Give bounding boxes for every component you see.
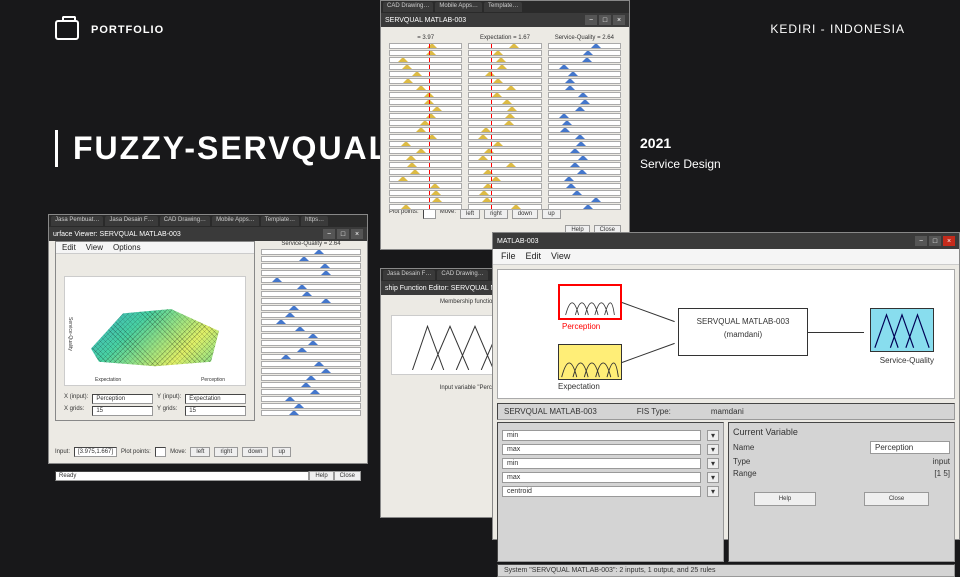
rule-viewer-window: CAD Drawing… Mobile Apps… Template… SERV…	[380, 0, 630, 250]
rule-col-head: Expectation = 1.67	[468, 35, 541, 41]
surface-plot[interactable]: Expectation Perception Service-Quality	[64, 276, 246, 386]
menu-view[interactable]: View	[551, 251, 570, 262]
var-name-field[interactable]: Perception	[870, 441, 950, 454]
input-label: Expectation	[558, 382, 600, 391]
menu-edit[interactable]: Edit	[526, 251, 542, 262]
close-button[interactable]: ×	[613, 15, 625, 25]
window-title: SERVQUAL MATLAB-003	[385, 17, 466, 24]
briefcase-icon	[55, 20, 79, 40]
maximize-button[interactable]: □	[599, 15, 611, 25]
panel-head: Current Variable	[733, 427, 950, 437]
close-button[interactable]: Close	[864, 492, 929, 506]
fis-canvas: Perception Expectation SERVQUAL MATLAB-0…	[497, 269, 955, 399]
nav-up-button[interactable]: up	[542, 209, 561, 219]
maximize-button[interactable]: □	[929, 236, 941, 246]
nav-left-button[interactable]: left	[460, 209, 480, 219]
fis-system-block[interactable]: SERVQUAL MATLAB-003 (mamdani)	[678, 308, 808, 356]
help-button[interactable]: Help	[309, 471, 333, 481]
close-button[interactable]: ×	[943, 236, 955, 246]
rule-stack	[468, 43, 541, 210]
tab[interactable]: Mobile Apps…	[212, 216, 259, 226]
nav-up-button[interactable]: up	[272, 447, 291, 457]
sys-name: SERVQUAL MATLAB-003	[504, 407, 597, 416]
menu-edit[interactable]: Edit	[62, 243, 76, 252]
fis-methods-panel: min ▾ max ▾ min ▾ max ▾ centroid ▾	[497, 422, 724, 562]
dropdown-icon[interactable]: ▾	[707, 430, 719, 441]
y-grids-input[interactable]: 15	[185, 406, 246, 416]
current-variable-panel: Current Variable NamePerception Typeinpu…	[728, 422, 955, 562]
x-grids-input[interactable]: 15	[92, 406, 153, 416]
move-label: Move:	[440, 209, 456, 219]
plot-points-label: Plot points:	[389, 209, 419, 219]
fis-output-block[interactable]	[870, 308, 934, 352]
minimize-button[interactable]: −	[585, 15, 597, 25]
rule-stack	[389, 43, 462, 210]
help-button[interactable]: Help	[754, 492, 816, 506]
rule-col-head: Service-Quality = 2.64	[548, 35, 621, 41]
category-label: Service Design	[640, 157, 721, 171]
fis-input-expectation[interactable]	[558, 344, 622, 380]
status-ready: Ready	[55, 471, 309, 481]
defuzz-method-select[interactable]: centroid	[502, 486, 701, 497]
fis-type-value: mamdani	[711, 407, 744, 416]
tab[interactable]: CAD Drawing…	[160, 216, 210, 226]
tab[interactable]: CAD Drawing…	[437, 270, 487, 280]
nav-left-button[interactable]: left	[190, 447, 210, 457]
menu-file[interactable]: File	[501, 251, 516, 262]
status-bar: System "SERVQUAL MATLAB-003": 2 inputs, …	[497, 564, 955, 577]
surface-viewer-window: Jasa Pembuat… Jasa Desain F… CAD Drawing…	[48, 214, 368, 464]
dropdown-icon[interactable]: ▾	[707, 472, 719, 483]
location-label: KEDIRI - INDONESIA	[770, 22, 905, 36]
dropdown-icon[interactable]: ▾	[707, 444, 719, 455]
window-title: urface Viewer: SERVQUAL MATLAB-003	[53, 231, 181, 238]
y-input-select[interactable]: Expectation	[185, 394, 246, 404]
close-button[interactable]: Close	[334, 471, 361, 481]
year-label: 2021	[640, 135, 721, 151]
minimize-button[interactable]: −	[323, 229, 335, 239]
rule-stack	[548, 43, 621, 210]
nav-right-button[interactable]: right	[214, 447, 238, 457]
tab[interactable]: https…	[301, 216, 328, 226]
page-title: FUZZY-SERVQUAL	[73, 130, 390, 167]
plot-points-input[interactable]	[155, 447, 166, 457]
nav-down-button[interactable]: down	[512, 209, 538, 219]
close-button[interactable]: ×	[351, 229, 363, 239]
fis-input-perception[interactable]	[558, 284, 622, 320]
or-method-select[interactable]: max	[502, 444, 701, 455]
tab[interactable]: Jasa Desain F…	[105, 216, 157, 226]
plot-points-input[interactable]	[423, 209, 436, 219]
tab[interactable]: Jasa Pembuat…	[51, 216, 103, 226]
var-type-value: input	[933, 457, 950, 466]
var-range-value: [1 5]	[934, 469, 950, 478]
output-label: Service-Quality	[880, 356, 934, 365]
input-field[interactable]: [3.975,1.667]	[74, 447, 117, 457]
rule-col-head: = 3.97	[389, 35, 462, 41]
and-method-select[interactable]: min	[502, 430, 701, 441]
rule-stack-right	[261, 249, 361, 416]
maximize-button[interactable]: □	[337, 229, 349, 239]
x-input-select[interactable]: Perception	[92, 394, 153, 404]
menu-view[interactable]: View	[86, 243, 103, 252]
tab[interactable]: Mobile Apps…	[435, 2, 482, 12]
sq-head: Service-Quality = 2.64	[261, 241, 361, 247]
nav-right-button[interactable]: right	[484, 209, 508, 219]
dropdown-icon[interactable]: ▾	[707, 486, 719, 497]
minimize-button[interactable]: −	[915, 236, 927, 246]
fis-editor-window: MATLAB-003 − □ × File Edit View Percepti…	[492, 232, 960, 540]
impl-method-select[interactable]: min	[502, 458, 701, 469]
browser-tabs: CAD Drawing… Mobile Apps… Template…	[381, 1, 629, 13]
window-title: MATLAB-003	[497, 238, 539, 245]
input-label: Perception	[562, 322, 600, 331]
tab[interactable]: CAD Drawing…	[383, 2, 433, 12]
dropdown-icon[interactable]: ▾	[707, 458, 719, 469]
menu-options[interactable]: Options	[113, 243, 141, 252]
tab[interactable]: Template…	[261, 216, 299, 226]
portfolio-label: PORTFOLIO	[91, 24, 164, 36]
tab[interactable]: Template…	[484, 2, 522, 12]
tab[interactable]: Jasa Desain F…	[383, 270, 435, 280]
agg-method-select[interactable]: max	[502, 472, 701, 483]
nav-down-button[interactable]: down	[242, 447, 268, 457]
